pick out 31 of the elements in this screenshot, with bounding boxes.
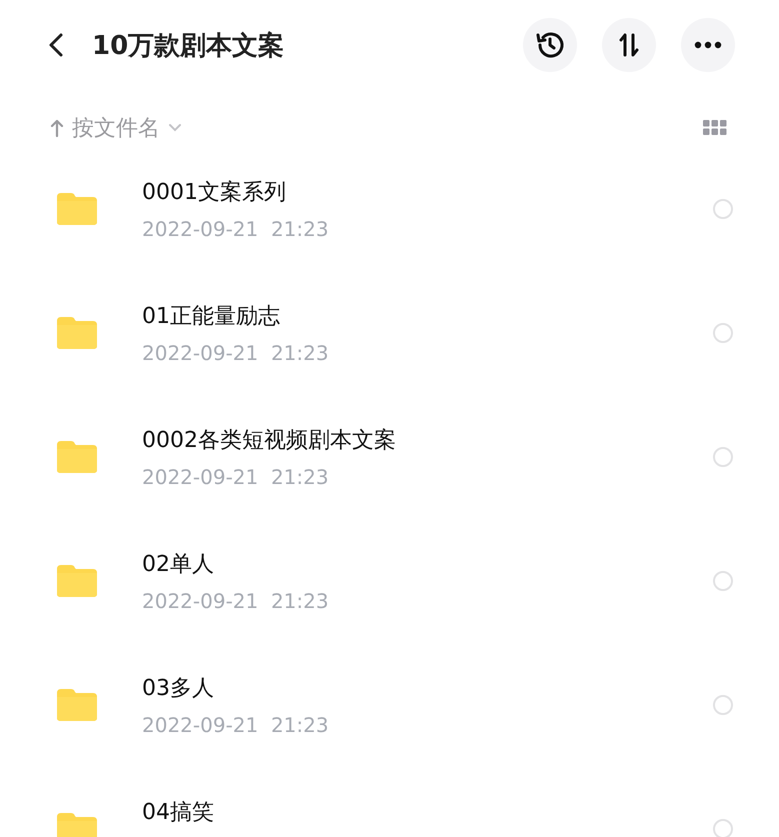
select-radio[interactable] [713,695,733,715]
folder-name: 0001文案系列 [142,179,287,207]
select-radio[interactable] [713,819,733,837]
folder-icon [57,688,97,722]
folder-icon [57,440,97,474]
select-radio[interactable] [713,571,733,591]
folder-icon [57,564,97,598]
folder-name: 01正能量励志 [142,303,281,331]
folder-icon [57,812,97,837]
up-arrow-icon [50,118,64,138]
select-radio[interactable] [713,199,733,219]
modified-date: 2022-09-21 21:23 [142,589,330,613]
grid-view-button[interactable] [703,120,727,136]
chevron-down-icon [168,123,182,133]
back-icon [48,32,64,58]
modified-date: 2022-09-21 21:23 [142,341,330,365]
folder-name: 03多人 [142,675,215,703]
modified-date: 2022-09-21 21:23 [142,713,330,737]
select-radio[interactable] [713,447,733,467]
folder-name: 0002各类短视频剧本文案 [142,427,397,455]
folder-icon [57,316,97,350]
select-radio[interactable] [713,323,733,343]
sort-by-name-dropdown[interactable]: 按文件名 [50,113,182,143]
folder-icon [57,192,97,226]
modified-date: 2022-09-21 21:23 [142,217,330,241]
folder-title: 10万款剧本文案 [92,30,286,62]
more-icon [694,41,722,49]
folder-name: 02单人 [142,551,215,579]
modified-date: 2022-09-21 21:23 [142,465,330,489]
folder-name: 04搞笑 [142,799,215,827]
grid-icon [703,120,727,136]
